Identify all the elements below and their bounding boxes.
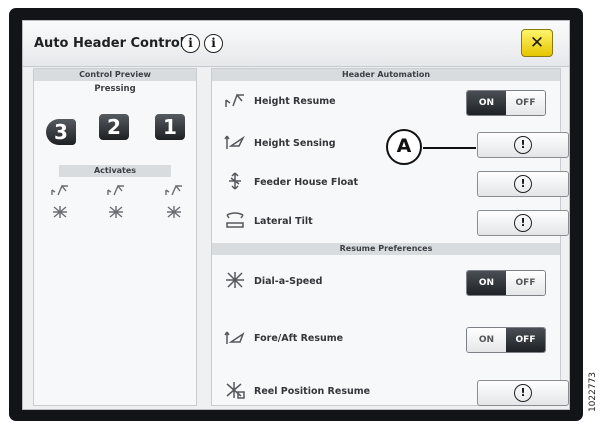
reel-position-resume-alert-button[interactable]: ! bbox=[477, 380, 569, 406]
fore-aft-resume-label: Fore/Aft Resume bbox=[254, 333, 344, 344]
header-automation-heading: Header Automation bbox=[212, 69, 560, 81]
toggle-off[interactable]: OFF bbox=[506, 271, 545, 295]
feeder-house-float-icon bbox=[229, 172, 241, 190]
header-automation-panel: Header Automation Height Resume ON OFF H… bbox=[211, 68, 569, 406]
info-icon[interactable]: i bbox=[181, 34, 200, 53]
height-resume-icon bbox=[225, 93, 244, 107]
fore-aft-resume-toggle[interactable]: ON OFF bbox=[466, 327, 546, 353]
height-resume-icon bbox=[107, 184, 124, 196]
dial-a-speed-toggle[interactable]: ON OFF bbox=[466, 270, 546, 296]
pressing-label: Pressing bbox=[94, 84, 136, 94]
lateral-tilt-icon bbox=[226, 212, 244, 228]
alert-icon: ! bbox=[514, 384, 532, 402]
close-button[interactable]: ✕ bbox=[521, 29, 553, 57]
dial-a-speed-icon bbox=[109, 206, 123, 218]
reel-position-resume-label: Reel Position Resume bbox=[254, 386, 371, 397]
toggle-off[interactable]: OFF bbox=[506, 91, 545, 115]
auto-header-controls-screen: Auto Header Controls i i ✕ Control Previ… bbox=[22, 20, 570, 410]
info-icon-secondary[interactable]: i bbox=[204, 34, 223, 53]
toggle-on[interactable]: ON bbox=[467, 91, 506, 115]
dial-a-speed-icon bbox=[53, 206, 67, 218]
title-bar: Auto Header Controls i i ✕ bbox=[23, 21, 569, 67]
toggle-on[interactable]: ON bbox=[467, 328, 506, 352]
control-preview-heading: Control Preview bbox=[34, 69, 196, 81]
height-sensing-label: Height Sensing bbox=[254, 138, 336, 149]
height-resume-label: Height Resume bbox=[254, 96, 336, 107]
height-resume-toggle[interactable]: ON OFF bbox=[466, 90, 546, 116]
resume-preferences-heading: Resume Preferences bbox=[212, 243, 560, 255]
reel-position-resume-icon bbox=[226, 382, 245, 399]
dial-a-speed-icon bbox=[226, 272, 244, 288]
feeder-house-float-label: Feeder House Float bbox=[254, 177, 359, 188]
dial-a-speed-label: Dial-a-Speed bbox=[254, 276, 323, 287]
height-resume-icon bbox=[165, 184, 182, 196]
button-2[interactable]: 2 bbox=[99, 114, 129, 140]
reference-number-text: 1022773 bbox=[588, 371, 598, 413]
button-3[interactable]: 3 bbox=[46, 119, 76, 145]
button-1[interactable]: 1 bbox=[155, 114, 185, 140]
height-sensing-icon bbox=[224, 135, 245, 149]
callout-a: A bbox=[386, 129, 422, 165]
activates-label: Activates bbox=[59, 165, 171, 177]
feeder-house-float-alert-button[interactable]: ! bbox=[477, 171, 569, 197]
lateral-tilt-label: Lateral Tilt bbox=[254, 216, 313, 227]
page-title: Auto Header Controls bbox=[34, 36, 192, 51]
alert-icon: ! bbox=[514, 214, 532, 232]
reference-number: 1022773 bbox=[586, 362, 600, 422]
alert-icon: ! bbox=[514, 175, 532, 193]
toggle-off[interactable]: OFF bbox=[506, 328, 545, 352]
toggle-on[interactable]: ON bbox=[467, 271, 506, 295]
lateral-tilt-alert-button[interactable]: ! bbox=[477, 210, 569, 236]
control-preview-panel: Control Preview Pressing 3 2 1 Activates bbox=[33, 68, 197, 406]
fore-aft-resume-icon bbox=[224, 331, 245, 344]
callout-leader-line bbox=[423, 147, 476, 149]
alert-icon: ! bbox=[514, 136, 532, 154]
height-resume-icon bbox=[51, 184, 68, 196]
height-sensing-alert-button[interactable]: ! bbox=[477, 132, 569, 158]
dial-a-speed-icon bbox=[167, 206, 181, 218]
